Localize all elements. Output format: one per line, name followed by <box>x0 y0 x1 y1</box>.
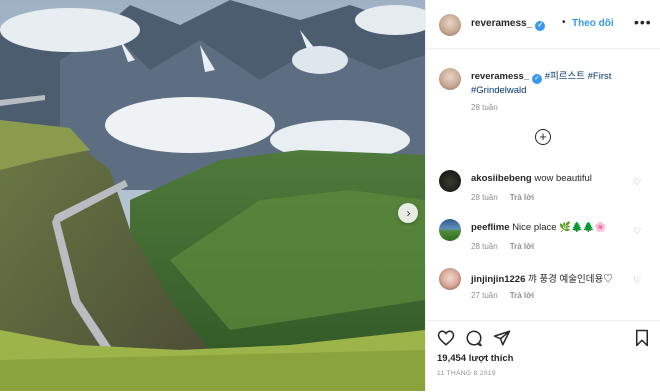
author-avatar[interactable] <box>439 14 461 36</box>
comment-body: jinjinjin1226 꺄 풍경 예술인데용♡ <box>471 271 631 285</box>
caption-timestamp[interactable]: 28 tuần <box>471 103 498 112</box>
commenter-username[interactable]: jinjinjin1226 <box>471 274 525 285</box>
follow-button[interactable]: Theo dõi <box>572 18 614 29</box>
comment-timestamp[interactable]: 28 tuần <box>471 242 498 251</box>
commenter-username[interactable]: akosiibebeng <box>471 173 532 184</box>
separator-dot: • <box>562 17 566 28</box>
heart-icon[interactable]: ♡ <box>633 177 641 188</box>
comment-text: wow beautiful <box>534 173 592 184</box>
comment-timestamp[interactable]: 28 tuần <box>471 193 498 202</box>
chevron-right-icon: › <box>406 206 411 220</box>
comment-icon[interactable] <box>465 329 483 347</box>
commenter-avatar[interactable] <box>439 268 461 290</box>
more-options-button[interactable]: ••• <box>634 14 652 30</box>
heart-icon[interactable]: ♡ <box>633 275 641 286</box>
comment-body: akosiibebeng wow beautiful <box>471 173 631 184</box>
reply-button[interactable]: Trả lời <box>510 193 534 202</box>
comment-meta: 28 tuần Trả lời <box>471 242 534 251</box>
instagram-post-frame: › reveramess_ ✓ • Theo dõi ••• reveramess… <box>0 0 660 391</box>
author-username-text[interactable]: reveramess_ <box>471 18 532 29</box>
hashtag-link[interactable]: #Grindelwald <box>471 85 526 96</box>
post-sidebar: reveramess_ ✓ • Theo dõi ••• reveramess_ ✓… <box>425 0 660 391</box>
comment-item: peeflime Nice place 🌿🌲🌲🌸 28 tuần Trả lời … <box>426 219 660 259</box>
commenter-avatar[interactable] <box>439 219 461 241</box>
post-photo[interactable]: › <box>0 0 425 391</box>
caption-username[interactable]: reveramess_ <box>471 71 529 82</box>
like-count[interactable]: 19,454 lượt thích <box>437 353 513 364</box>
author-username[interactable]: reveramess_ ✓ <box>471 18 546 31</box>
caption-author-avatar[interactable] <box>439 68 461 90</box>
comment-meta: 28 tuần Trả lời <box>471 193 534 202</box>
hashtag-link[interactable]: #First <box>588 71 612 82</box>
bookmark-icon[interactable] <box>633 329 651 347</box>
post-header: reveramess_ ✓ • Theo dõi ••• <box>426 0 660 49</box>
comment-item: jinjinjin1226 꺄 풍경 예술인데용♡ 27 tuần Trả lời… <box>426 268 660 308</box>
commenter-username[interactable]: peeflime <box>471 222 510 233</box>
load-more-comments-button[interactable]: + <box>535 129 551 145</box>
post-date[interactable]: 11 THÁNG 8 2019 <box>437 370 496 377</box>
hashtag-link[interactable]: #피르스트 <box>545 71 585 82</box>
commenter-avatar[interactable] <box>439 170 461 192</box>
post-caption: reveramess_ ✓ #피르스트 #First #Grindelwald <box>471 70 651 97</box>
verified-check-icon: ✓ <box>535 21 546 31</box>
heart-icon[interactable]: ♡ <box>633 226 641 237</box>
verified-check-icon: ✓ <box>532 74 543 84</box>
comment-timestamp[interactable]: 27 tuần <box>471 291 498 300</box>
heart-icon[interactable] <box>437 329 455 347</box>
comment-meta: 27 tuần Trả lời <box>471 291 534 300</box>
mountain-landscape-image <box>0 0 425 391</box>
comment-text: 꺄 풍경 예술인데용♡ <box>528 274 613 285</box>
reply-button[interactable]: Trả lời <box>510 291 534 300</box>
share-icon[interactable] <box>493 329 511 347</box>
post-actions: 19,454 lượt thích 11 THÁNG 8 2019 <box>426 320 660 392</box>
comment-body: peeflime Nice place 🌿🌲🌲🌸 <box>471 222 631 233</box>
plus-circle-icon: + <box>539 129 547 144</box>
comment-text: Nice place 🌿🌲🌲🌸 <box>512 222 607 233</box>
comment-item: akosiibebeng wow beautiful 28 tuần Trả lờ… <box>426 170 660 210</box>
reply-button[interactable]: Trả lời <box>510 242 534 251</box>
next-photo-button[interactable]: › <box>398 203 418 223</box>
